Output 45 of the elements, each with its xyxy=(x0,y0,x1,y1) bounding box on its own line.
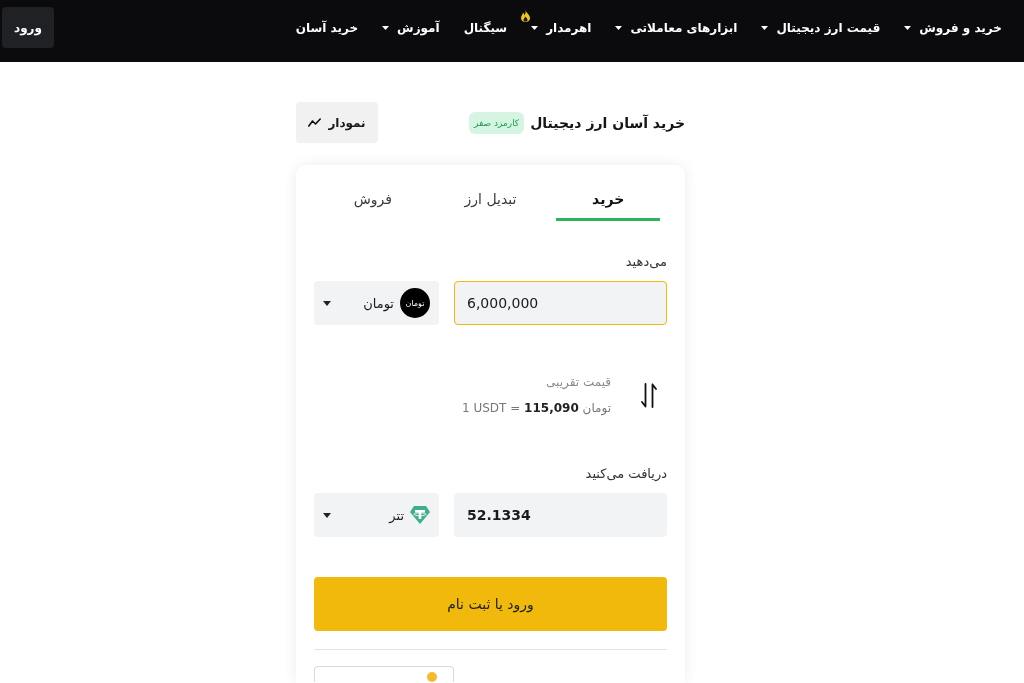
coin-icon xyxy=(427,672,437,682)
nav-item[interactable]: اهرمدار xyxy=(521,7,592,48)
currency-select[interactable]: تتر xyxy=(314,493,439,537)
caret-icon xyxy=(904,25,912,30)
nav-item-label: قیمت ارز دیجیتال xyxy=(776,20,881,35)
amount-field[interactable]: 52.1334 xyxy=(454,493,667,537)
nav-item[interactable]: خرید آسان xyxy=(295,7,359,48)
caret-icon xyxy=(761,25,769,30)
page-title: خرید آسان ارز دیجیتال xyxy=(530,114,685,131)
tab[interactable]: فروش xyxy=(321,183,425,221)
login-button[interactable]: ورود xyxy=(2,7,54,48)
field-label: می‌دهید xyxy=(625,253,667,271)
currency-name: تومان xyxy=(363,295,394,311)
currency-select[interactable]: تومان تومان xyxy=(314,281,439,325)
cut-off-button[interactable] xyxy=(314,666,454,682)
currency-name: تتر xyxy=(389,507,404,523)
nav-item-label: خرید آسان xyxy=(295,20,359,35)
caret-icon xyxy=(531,25,539,30)
chart-button[interactable]: نمودار xyxy=(296,102,378,143)
swap-arrows-icon xyxy=(641,382,657,408)
nav-item[interactable]: ابزارهای معاملاتی xyxy=(615,7,738,48)
nav-item[interactable]: سیگنال xyxy=(463,7,508,48)
caret-icon xyxy=(382,25,390,30)
field-label: دریافت می‌کنید xyxy=(585,465,667,483)
nav-item[interactable]: قیمت ارز دیجیتال xyxy=(761,7,881,48)
caret-icon xyxy=(323,300,331,306)
zero-fee-badge: کارمزد صفر xyxy=(468,111,525,134)
line-chart-icon xyxy=(308,118,322,127)
tab[interactable]: خرید xyxy=(556,183,660,221)
nav-item-label: سیگنال xyxy=(463,20,508,35)
tether-icon xyxy=(410,506,430,524)
nav-item-label: ابزارهای معاملاتی xyxy=(630,20,738,35)
nav-item-label: اهرمدار xyxy=(546,20,592,35)
toman-logo: تومان xyxy=(400,288,430,318)
caret-icon xyxy=(615,25,623,30)
flame-icon xyxy=(521,10,531,22)
nav-item-label: آموزش xyxy=(397,20,440,35)
tab[interactable]: تبدیل ارز xyxy=(438,183,543,221)
rate-label: قیمت تقریبی xyxy=(546,374,611,391)
nav-item-label: خرید و فروش xyxy=(919,20,1002,35)
nav-item[interactable]: آموزش xyxy=(382,7,440,48)
amount-field[interactable]: 6,000,000 xyxy=(454,281,667,325)
login-register-button[interactable]: ورود یا ثبت نام xyxy=(314,577,667,631)
caret-icon xyxy=(323,512,331,518)
nav-item[interactable]: خرید و فروش xyxy=(904,7,1002,48)
